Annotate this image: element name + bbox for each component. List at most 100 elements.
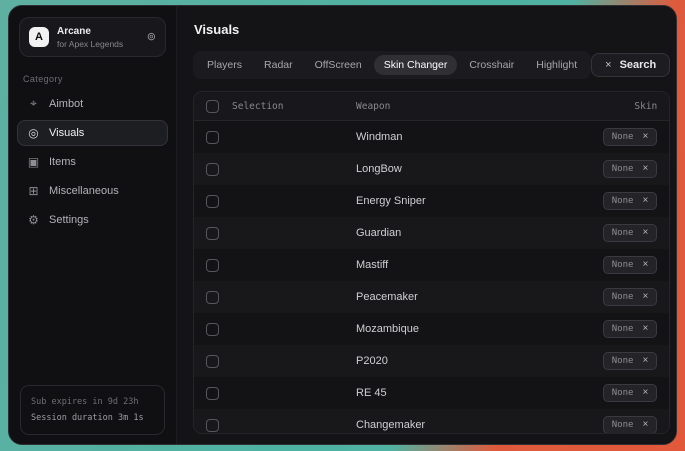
table-row: Guardian None × — [194, 217, 669, 249]
search-button-label: Search — [620, 59, 657, 71]
select-all-checkbox[interactable] — [206, 100, 219, 113]
skin-value: None — [612, 196, 634, 206]
box-icon: ▣ — [27, 155, 40, 169]
app-header: A Arcane for Apex Legends ⊚ — [19, 17, 166, 57]
weapon-name: Mozambique — [356, 323, 603, 335]
skin-select-badge[interactable]: None × — [603, 352, 658, 370]
skin-select-badge[interactable]: None × — [603, 416, 658, 434]
sidebar-item-label: Settings — [49, 214, 89, 226]
skin-select-badge[interactable]: None × — [603, 160, 658, 178]
tab-crosshair[interactable]: Crosshair — [459, 55, 524, 75]
sidebar-item-label: Items — [49, 156, 76, 168]
clear-skin-icon[interactable]: × — [642, 164, 648, 174]
skin-table: Selection Weapon Skin Windman None × — [193, 91, 670, 434]
skin-select-badge[interactable]: None × — [603, 320, 658, 338]
clear-skin-icon[interactable]: × — [642, 292, 648, 302]
row-checkbox[interactable] — [206, 323, 219, 336]
sidebar-item-visuals[interactable]: ◎ Visuals — [17, 120, 168, 146]
gear-icon: ⚙ — [27, 213, 40, 227]
skin-select-badge[interactable]: None × — [603, 384, 658, 402]
app-subtitle: for Apex Legends — [57, 39, 123, 49]
tab-players[interactable]: Players — [197, 55, 252, 75]
table-row: P2020 None × — [194, 345, 669, 377]
skin-select-badge[interactable]: None × — [603, 256, 658, 274]
tab-radar[interactable]: Radar — [254, 55, 303, 75]
clear-skin-icon[interactable]: × — [642, 260, 648, 270]
row-checkbox[interactable] — [206, 195, 219, 208]
skin-value: None — [612, 420, 634, 430]
row-checkbox[interactable] — [206, 419, 219, 432]
skin-select-badge[interactable]: None × — [603, 192, 658, 210]
skin-value: None — [612, 228, 634, 238]
clear-skin-icon[interactable]: × — [642, 356, 648, 366]
weapon-name: RE 45 — [356, 387, 603, 399]
sidebar-item-items[interactable]: ▣ Items — [17, 149, 168, 175]
weapon-name: LongBow — [356, 163, 603, 175]
sidebar-item-miscellaneous[interactable]: ⊞ Miscellaneous — [17, 178, 168, 204]
clear-skin-icon[interactable]: × — [642, 420, 648, 430]
tab-highlight[interactable]: Highlight — [526, 55, 587, 75]
main-panel: Visuals Players Radar OffScreen Skin Cha… — [177, 6, 677, 444]
sidebar-item-aimbot[interactable]: ⌖ Aimbot — [17, 91, 168, 117]
table-row: LongBow None × — [194, 153, 669, 185]
table-row: Energy Sniper None × — [194, 185, 669, 217]
clear-skin-icon[interactable]: × — [642, 388, 648, 398]
clear-skin-icon[interactable]: × — [642, 228, 648, 238]
eye-scan-icon: ◎ — [27, 126, 40, 140]
tab-skin-changer[interactable]: Skin Changer — [374, 55, 458, 75]
app-logo: A — [29, 27, 49, 47]
session-duration-text: Session duration 3m 1s — [31, 410, 154, 426]
skin-value: None — [612, 356, 634, 366]
sidebar-item-label: Miscellaneous — [49, 185, 119, 197]
clear-skin-icon[interactable]: × — [642, 132, 648, 142]
tab-offscreen[interactable]: OffScreen — [305, 55, 372, 75]
skin-select-badge[interactable]: None × — [603, 128, 658, 146]
weapon-name: Peacemaker — [356, 291, 603, 303]
toolbar: Players Radar OffScreen Skin Changer Cro… — [193, 51, 670, 79]
grid-icon: ⊞ — [27, 184, 40, 198]
row-checkbox[interactable] — [206, 163, 219, 176]
skin-value: None — [612, 292, 634, 302]
sidebar: A Arcane for Apex Legends ⊚ Category ⌖ A… — [9, 6, 177, 444]
table-row: RE 45 None × — [194, 377, 669, 409]
table-row: Windman None × — [194, 121, 669, 153]
row-checkbox[interactable] — [206, 227, 219, 240]
app-window: A Arcane for Apex Legends ⊚ Category ⌖ A… — [8, 5, 677, 445]
table-header-row: Selection Weapon Skin — [194, 92, 669, 121]
weapon-name: Energy Sniper — [356, 195, 603, 207]
skin-value: None — [612, 260, 634, 270]
app-name: Arcane — [57, 25, 123, 39]
skin-select-badge[interactable]: None × — [603, 224, 658, 242]
table-body: Windman None × LongBow None × — [194, 121, 669, 434]
table-row: Mozambique None × — [194, 313, 669, 345]
clear-skin-icon[interactable]: × — [642, 196, 648, 206]
search-icon: × — [605, 59, 611, 71]
target-icon[interactable]: ⊚ — [147, 30, 156, 43]
row-checkbox[interactable] — [206, 291, 219, 304]
subscription-info: Sub expires in 9d 23h Session duration 3… — [20, 385, 165, 435]
clear-skin-icon[interactable]: × — [642, 324, 648, 334]
app-titles: Arcane for Apex Legends — [57, 25, 123, 49]
table-row: Mastiff None × — [194, 249, 669, 281]
table-row: Changemaker None × — [194, 409, 669, 434]
row-checkbox[interactable] — [206, 355, 219, 368]
column-header-weapon: Weapon — [356, 101, 634, 112]
row-checkbox[interactable] — [206, 387, 219, 400]
column-header-selection: Selection — [232, 101, 356, 112]
search-button[interactable]: × Search — [591, 53, 670, 77]
sub-expiry-text: Sub expires in 9d 23h — [31, 394, 154, 410]
row-checkbox[interactable] — [206, 131, 219, 144]
weapon-name: Guardian — [356, 227, 603, 239]
page-title: Visuals — [194, 22, 670, 37]
crosshair-icon: ⌖ — [27, 96, 40, 111]
skin-select-badge[interactable]: None × — [603, 288, 658, 306]
sidebar-item-settings[interactable]: ⚙ Settings — [17, 207, 168, 233]
table-row: Peacemaker None × — [194, 281, 669, 313]
sidebar-item-label: Visuals — [49, 127, 84, 139]
tab-bar: Players Radar OffScreen Skin Changer Cro… — [193, 51, 591, 79]
skin-value: None — [612, 388, 634, 398]
weapon-name: Changemaker — [356, 419, 603, 431]
skin-value: None — [612, 164, 634, 174]
skin-value: None — [612, 132, 634, 142]
row-checkbox[interactable] — [206, 259, 219, 272]
